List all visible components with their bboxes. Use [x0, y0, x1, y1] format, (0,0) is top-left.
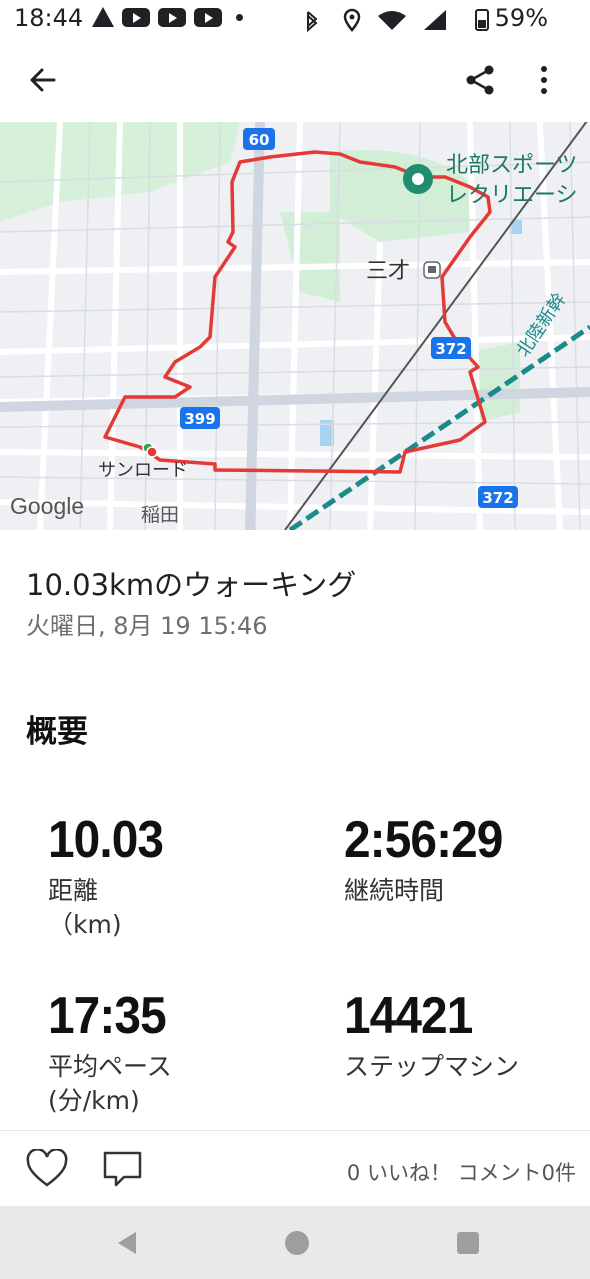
activity-title: 10.03kmのウォーキング — [26, 568, 357, 602]
svg-text:372: 372 — [482, 489, 513, 507]
bluetooth-icon — [307, 11, 318, 32]
toolbar — [0, 40, 590, 120]
like-button[interactable] — [26, 1148, 68, 1193]
metric-value: 17:35 — [48, 987, 167, 1045]
route-map[interactable]: 60 399 372 372 北部スポーツ レクリエーシ 三才 北陸新幹 サンロ… — [0, 122, 590, 530]
station-label: 三才 — [366, 259, 410, 284]
metric-label: 距離 — [48, 876, 99, 905]
area-label: 稲田 — [141, 504, 179, 526]
nav-home-button[interactable] — [284, 1230, 310, 1260]
metric-label: 平均ペース — [48, 1052, 172, 1081]
share-icon — [466, 65, 494, 95]
more-vert-icon — [541, 66, 547, 94]
activity-datetime: 火曜日, 8月 19 15:46 — [26, 612, 268, 640]
status-time: 18:44 — [14, 4, 84, 32]
map-canvas: 60 399 372 372 北部スポーツ レクリエーシ 三才 北陸新幹 サンロ… — [0, 122, 590, 530]
metric-unit: (分/km) — [48, 1086, 140, 1115]
location-icon — [343, 8, 361, 32]
youtube-icon — [194, 7, 222, 27]
nav-back-icon — [118, 1232, 136, 1254]
system-icons — [307, 8, 489, 32]
metric-value: 14421 — [344, 987, 473, 1045]
svg-text:60: 60 — [249, 131, 270, 149]
route-shield-372: 372 — [431, 337, 471, 359]
nav-back-button[interactable] — [114, 1230, 140, 1260]
youtube-icon — [158, 7, 186, 27]
svg-text:399: 399 — [184, 410, 215, 428]
summary-heading: 概要 — [26, 714, 88, 750]
metric-value: 10.03 — [48, 811, 164, 869]
nav-recents-button[interactable] — [456, 1231, 480, 1259]
status-bar: 18:44 59% — [0, 0, 590, 38]
more-options-button[interactable] — [518, 54, 570, 106]
share-button[interactable] — [454, 54, 506, 106]
route-shield-60: 60 — [243, 128, 275, 150]
metric-label: 継続時間 — [344, 876, 445, 905]
metric-avg-pace: 17:35 平均ペース (分/km) — [48, 986, 176, 1118]
place-label: 北部スポーツ — [446, 153, 578, 178]
more-notifications-dot-icon — [236, 13, 243, 21]
like-comment-count[interactable]: 0 いいね！ コメント0件 — [347, 1157, 576, 1187]
youtube-icon — [122, 7, 150, 27]
notification-icons — [92, 7, 243, 27]
nav-recents-icon — [457, 1232, 479, 1254]
poi-label: サンロード — [98, 460, 188, 481]
metric-label: ステップマシン — [344, 1052, 520, 1081]
battery-icon — [475, 9, 489, 31]
back-button[interactable] — [16, 54, 68, 106]
heart-icon — [26, 1148, 68, 1187]
arrow-back-icon — [30, 68, 56, 92]
battery-percent: 59% — [494, 4, 548, 32]
route-shield-372: 372 — [478, 486, 518, 508]
google-logo: Google — [10, 493, 84, 519]
route-shield-399: 399 — [180, 407, 220, 429]
nav-home-icon — [285, 1231, 309, 1255]
comment-icon — [103, 1151, 142, 1187]
metric-distance: 10.03 距離 （km) — [48, 810, 173, 942]
metric-value: 2:56:29 — [344, 811, 503, 869]
social-bar: 0 いいね！ コメント0件 — [0, 1130, 590, 1207]
place-label: レクリエーシ — [446, 183, 578, 208]
system-nav-bar — [0, 1206, 590, 1279]
signal-icon — [424, 10, 446, 30]
svg-text:372: 372 — [435, 340, 466, 358]
warning-icon — [92, 7, 114, 27]
metric-steps: 14421 ステップマシン — [344, 986, 519, 1084]
end-marker — [146, 446, 158, 458]
comment-button[interactable] — [102, 1149, 144, 1193]
metric-unit: （km) — [48, 910, 122, 939]
metric-duration: 2:56:29 継続時間 — [344, 810, 516, 908]
wifi-icon — [378, 11, 406, 30]
